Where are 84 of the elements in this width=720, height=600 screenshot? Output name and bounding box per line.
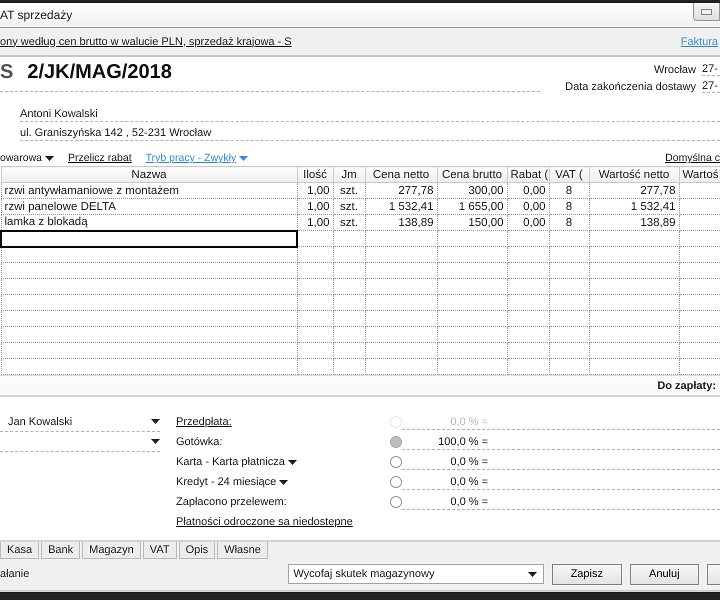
table-cell: lamka z blokadą (1, 214, 297, 230)
table-cell: szt. (333, 198, 365, 214)
column-header[interactable]: VAT ( (549, 166, 589, 182)
caret-icon (151, 439, 160, 444)
table-cell: 1,00 (297, 214, 333, 230)
column-header[interactable]: Nazwa (1, 166, 297, 182)
total-label: Do zapłaty: (657, 380, 717, 392)
payment-label: Gotówka: (176, 436, 224, 448)
price-type-menu[interactable]: owarowa (0, 152, 54, 164)
table-cell: rzwi panelowe DELTA (1, 198, 297, 214)
tab[interactable]: Własne (217, 542, 268, 559)
column-header[interactable]: Wartość netto (589, 166, 679, 182)
payment-method-dropdown[interactable]: Kredyt - 24 miesiące (176, 476, 388, 488)
payment-label: Zapłacono przelewem: (176, 496, 288, 508)
table-cell: szt. (333, 182, 365, 198)
column-header[interactable]: Jm (333, 166, 365, 182)
action-label: ałanie (0, 568, 30, 580)
tab[interactable]: Kasa (0, 542, 40, 559)
recalculate-discount-link[interactable]: Przelicz rabat (68, 152, 132, 164)
place-label: Wrocław (653, 64, 696, 76)
dialog-button[interactable]: Anuluj (630, 564, 700, 584)
caret-icon (45, 156, 54, 160)
buyer-name: Antoni Kowalski (20, 108, 98, 120)
delivery-date-field[interactable]: 27- (702, 80, 720, 93)
table-cell: 8 (549, 198, 589, 214)
radio-button[interactable] (390, 476, 402, 488)
table-cell: 8 (549, 214, 589, 230)
table-cell: 1,00 (297, 198, 333, 214)
seller-name: Jan Kowalski (8, 416, 72, 428)
caret-icon (151, 419, 160, 424)
issue-date-field[interactable]: 27- (702, 63, 720, 76)
table-cell: 1 532,41 (589, 198, 679, 214)
table-cell: 0,00 (507, 198, 549, 214)
column-header[interactable]: Cena brutto (437, 166, 507, 182)
table-cell: 277,78 (365, 182, 437, 198)
cut-off-button[interactable] (707, 564, 720, 584)
tab[interactable]: Opis (178, 542, 216, 559)
tab[interactable]: VAT (142, 542, 177, 559)
seller-dropdown[interactable]: Jan Kowalski (0, 412, 160, 432)
table-cell: szt. (333, 214, 365, 230)
table-cell: 1,00 (297, 182, 333, 198)
action-value: Wycofaj skutek magazynowy (293, 568, 434, 580)
deferred-payments-link[interactable]: Płatności odroczone sa niedostepne (176, 512, 720, 532)
payment-method-dropdown[interactable]: Karta - Karta płatnicza (176, 456, 388, 468)
document-type-link[interactable]: ony według cen brutto w walucie PLN, sprzedaż krajowa - S (0, 36, 292, 48)
document-prefix: S (0, 61, 14, 84)
column-header[interactable]: Wartoś (679, 166, 720, 182)
dialog-button[interactable]: Zapisz (552, 564, 622, 584)
table-cell: 0,00 (507, 214, 549, 230)
percent-value: 0,0 % = (449, 456, 488, 468)
table-cell: 138,89 (365, 214, 437, 230)
table-cell: rzwi antywłamaniowe z montażem (1, 182, 297, 198)
table-cell: 1 655,00 (437, 198, 507, 214)
caret-icon (288, 460, 297, 464)
new-row-input-field[interactable] (1, 230, 297, 246)
document-number: 2/JK/MAG/2018 (27, 61, 172, 84)
action-dropdown[interactable]: Wycofaj skutek magazynowy (288, 564, 544, 584)
percent-value: 0,0 % = (449, 476, 488, 488)
table-cell: 0,00 (507, 182, 549, 198)
table-cell: 150,00 (437, 214, 507, 230)
caret-icon (279, 480, 288, 484)
table-cell: 138,89 (589, 214, 679, 230)
percent-value: 0,0 % = (449, 416, 488, 428)
percent-value: 100,0 % = (437, 436, 488, 448)
column-header[interactable]: Rabat ( (507, 166, 549, 182)
caret-icon (528, 572, 538, 576)
radio-button[interactable] (390, 496, 402, 508)
table-cell: 300,00 (437, 182, 507, 198)
window-title: AT sprzedaży (0, 8, 72, 22)
radio-button[interactable] (390, 456, 402, 468)
table-cell: 1 532,41 (365, 198, 437, 214)
table-cell: 8 (549, 182, 589, 198)
radio-button[interactable] (390, 436, 402, 448)
column-header[interactable]: Ilość (297, 166, 333, 182)
tab[interactable]: Bank (41, 542, 80, 559)
buyer-address: ul. Graniszyńska 142 , 52-231 Wrocław (20, 127, 212, 139)
delivery-date-label: Data zakończenia dostawy (565, 81, 696, 93)
tab[interactable]: Magazyn (82, 542, 141, 559)
default-settings-link[interactable]: Domyślna c (665, 152, 720, 164)
minimize-button[interactable] (693, 3, 720, 21)
caret-icon (239, 156, 248, 160)
percent-value: 0,0 % = (449, 496, 488, 508)
table-cell: 277,78 (589, 182, 679, 198)
column-header[interactable]: Cena netto (365, 166, 437, 182)
